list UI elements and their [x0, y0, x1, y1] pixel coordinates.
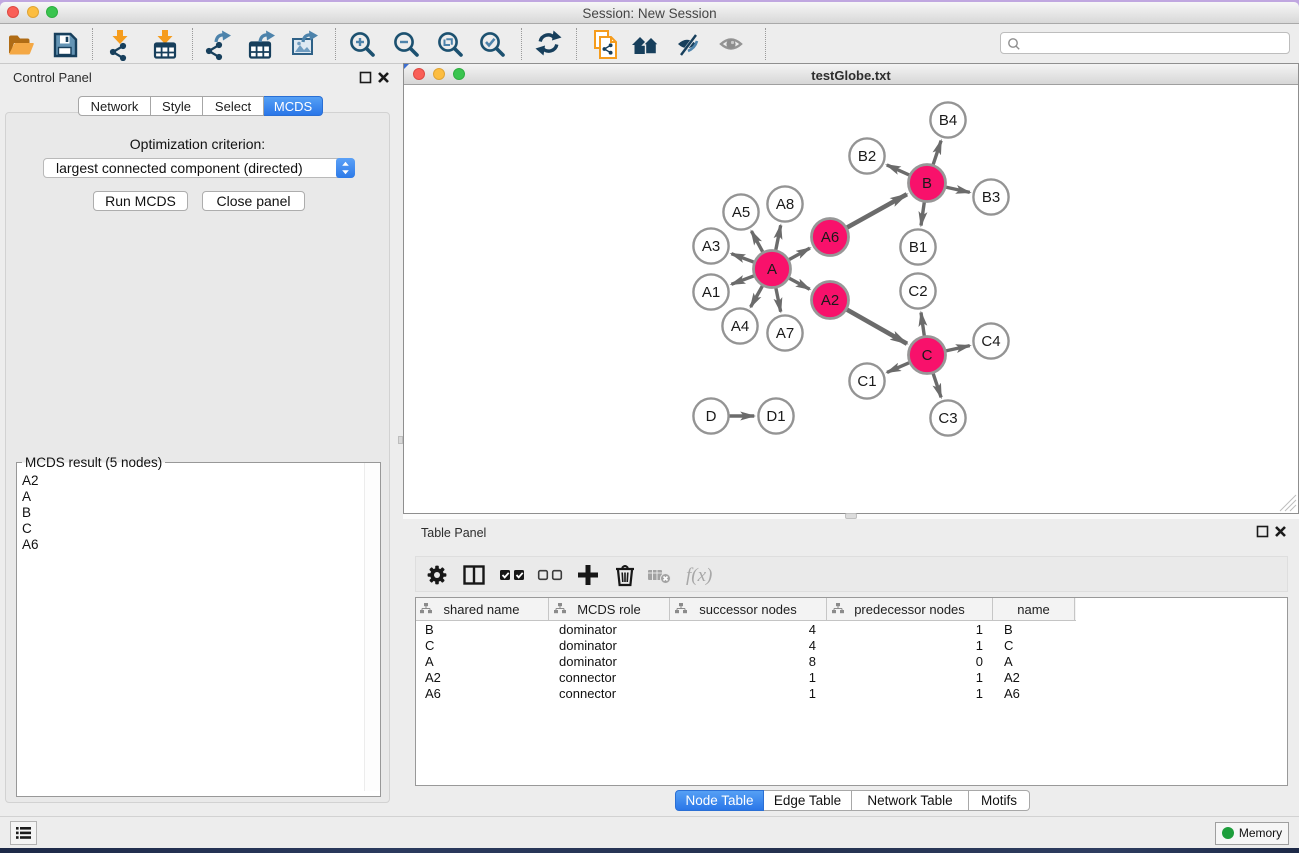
svg-text:A3: A3 — [702, 238, 720, 255]
svg-text:D1: D1 — [766, 408, 785, 425]
svg-text:A: A — [767, 261, 777, 278]
svg-text:D: D — [706, 408, 717, 425]
svg-text:C1: C1 — [857, 373, 876, 390]
svg-text:A8: A8 — [776, 196, 794, 213]
svg-text:B3: B3 — [982, 189, 1000, 206]
svg-text:C4: C4 — [981, 333, 1000, 350]
svg-text:f(x): f(x) — [686, 565, 712, 586]
svg-text:C: C — [922, 347, 933, 364]
svg-text:A2: A2 — [821, 292, 839, 309]
svg-text:A4: A4 — [731, 318, 749, 335]
svg-text:B2: B2 — [858, 148, 876, 165]
svg-text:A7: A7 — [776, 325, 794, 342]
svg-text:A1: A1 — [702, 284, 720, 301]
svg-text:A6: A6 — [821, 229, 839, 246]
svg-text:B: B — [922, 175, 932, 192]
svg-text:B1: B1 — [909, 239, 927, 256]
svg-text:A5: A5 — [732, 204, 750, 221]
svg-text:B4: B4 — [939, 112, 957, 129]
svg-text:C2: C2 — [908, 283, 927, 300]
svg-text:C3: C3 — [938, 410, 957, 427]
